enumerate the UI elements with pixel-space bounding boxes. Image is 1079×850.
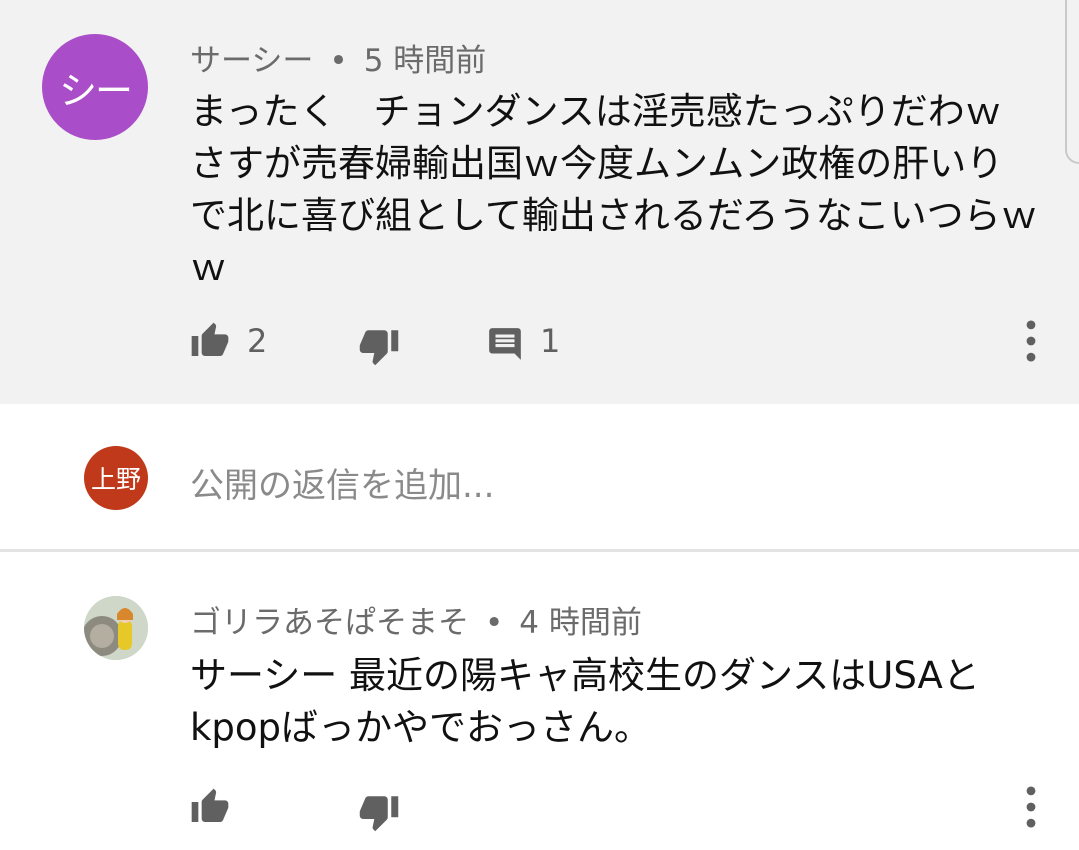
author-avatar[interactable] <box>84 596 148 660</box>
comment-icon <box>489 328 521 360</box>
comment-actions: 2 1 <box>0 316 1079 366</box>
thumbs-up-icon <box>191 788 229 822</box>
comment-text: サーシー 最近の陽キャ高校生のダンスはUSAとkpopばっかやでおっさん。 <box>190 654 980 749</box>
dislike-button[interactable] <box>358 782 400 832</box>
like-button[interactable]: 2 <box>189 316 267 366</box>
comment-text: まったく チョンダンスは淫売感たっぷりだわｗ さすが売春婦輸出国ｗ今度ムンムン政… <box>190 90 1039 289</box>
author-name[interactable]: ゴリラあそぱそまそ <box>190 605 469 641</box>
comment-card: シー サーシー • 5 時間前 まったく チョンダンスは淫売感たっぷりだわｗ さすが… <box>0 0 1079 404</box>
thumbs-up-icon <box>191 322 229 356</box>
replies-button[interactable]: 1 <box>486 316 560 366</box>
comment-time: 4 時間前 <box>519 605 642 641</box>
thumbs-down-icon <box>359 330 399 366</box>
more-vert-icon <box>1026 320 1036 362</box>
more-options-button[interactable] <box>1016 316 1046 366</box>
like-button[interactable] <box>189 782 231 832</box>
avatar-initials: シー <box>58 68 133 113</box>
comment-actions <box>0 782 1079 832</box>
avatar-photo <box>84 596 148 660</box>
comment-meta: サーシー • 5 時間前 <box>190 35 486 80</box>
reply-input[interactable]: 公開の返信を追加... <box>190 458 494 507</box>
meta-separator: • <box>485 605 504 641</box>
thumbs-down-icon <box>359 796 399 832</box>
more-vert-icon <box>1026 786 1036 828</box>
dislike-button[interactable] <box>358 316 400 366</box>
scroll-edge <box>1065 0 1079 164</box>
comment-meta: ゴリラあそぱそまそ • 4 時間前 <box>190 597 642 642</box>
more-options-button[interactable] <box>1016 782 1046 832</box>
author-name[interactable]: サーシー <box>190 43 313 79</box>
user-avatar: 上野 <box>84 446 148 510</box>
comment-time: 5 時間前 <box>363 43 487 79</box>
author-avatar[interactable]: シー <box>42 34 148 140</box>
reply-box <box>0 404 1079 550</box>
user-avatar-text: 上野 <box>90 465 141 494</box>
meta-separator: • <box>329 43 348 79</box>
like-count: 2 <box>247 322 268 360</box>
reply-count: 1 <box>540 322 561 360</box>
